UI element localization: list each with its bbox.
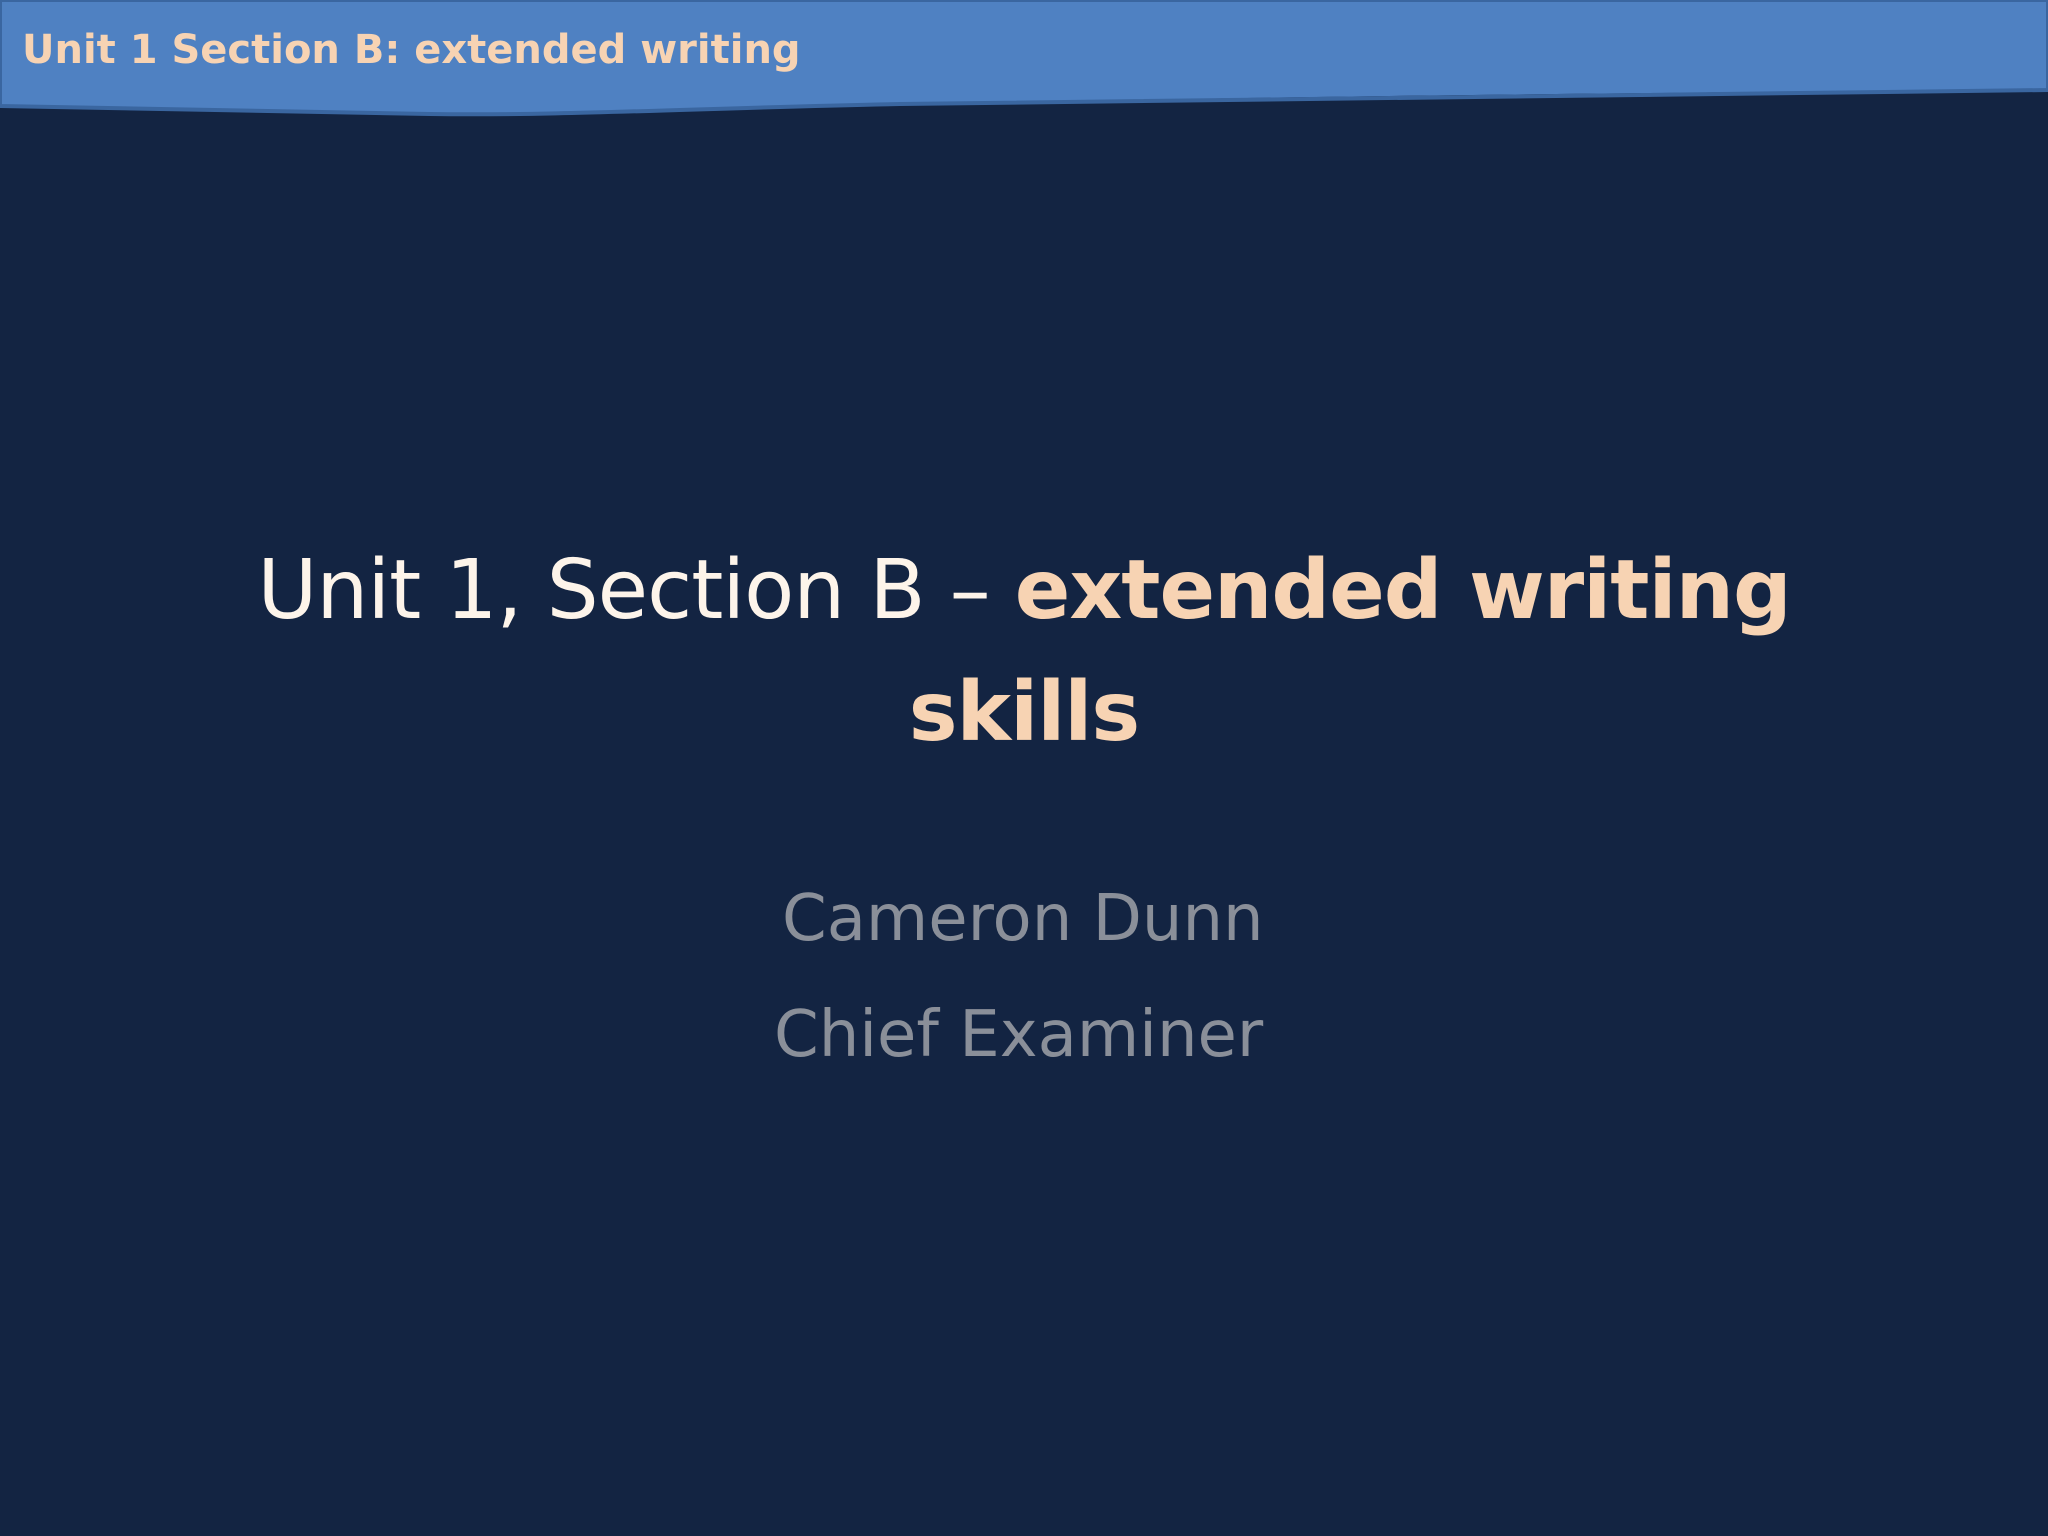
slide-title-accent-line1: extended writing — [1014, 543, 1792, 638]
presenter-name: Cameron Dunn — [782, 882, 1264, 956]
presenter-role: Chief Examiner — [774, 998, 1264, 1072]
slide-title-plain: Unit 1, Section B – — [257, 543, 1015, 638]
slide-title-accent-line2: skills — [908, 665, 1140, 760]
presentation-slide: Unit 1 Section B: extended writing Unit … — [0, 0, 2048, 1536]
header-band: Unit 1 Section B: extended writing — [0, 0, 2048, 118]
slide-title: Unit 1, Section B – extended writing ski… — [180, 530, 1868, 774]
header-title: Unit 1 Section B: extended writing — [22, 27, 801, 73]
